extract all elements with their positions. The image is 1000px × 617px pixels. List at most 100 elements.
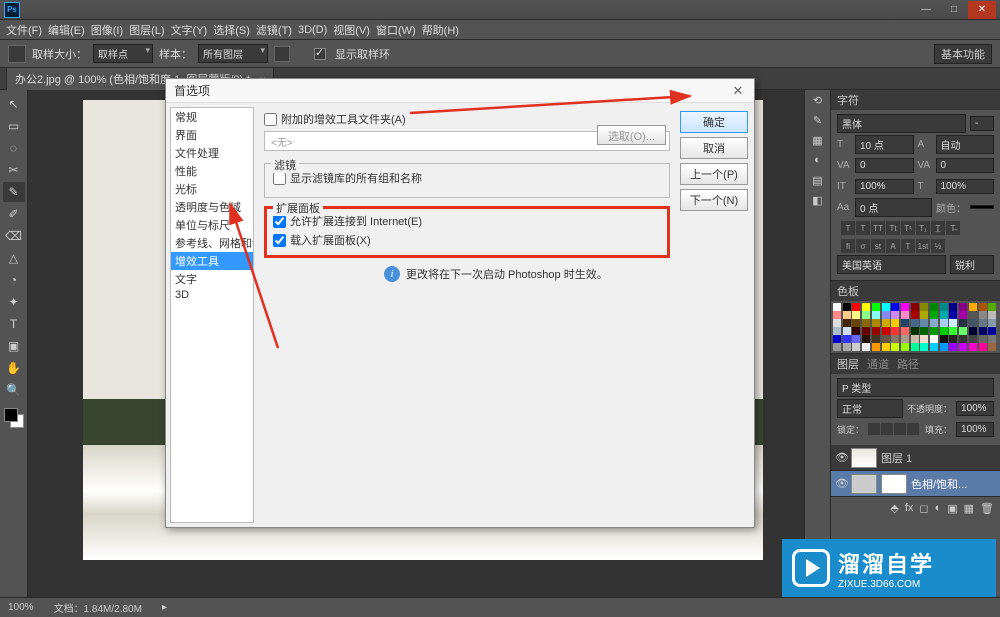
move-tool[interactable]: ↖ — [3, 94, 25, 114]
sample-dropdown[interactable]: 所有图层 — [198, 44, 268, 63]
italic-button[interactable]: T — [856, 221, 870, 235]
swatch[interactable] — [901, 319, 909, 327]
type-tool[interactable]: T — [3, 314, 25, 334]
swatch[interactable] — [969, 335, 977, 343]
swatch[interactable] — [843, 335, 851, 343]
swatch[interactable] — [979, 343, 987, 351]
layer-row[interactable]: 👁 色相/饱和... — [831, 471, 1000, 497]
mask-thumb[interactable] — [881, 474, 907, 494]
ok-button[interactable]: 确定 — [680, 111, 748, 133]
swatch[interactable] — [833, 303, 841, 311]
hand-tool[interactable]: ✋ — [3, 358, 25, 378]
swatch[interactable] — [979, 311, 987, 319]
swatch[interactable] — [949, 327, 957, 335]
swatch[interactable] — [833, 319, 841, 327]
swatch[interactable] — [959, 311, 967, 319]
swatches-tab[interactable]: 色板 — [837, 283, 859, 299]
swatch[interactable] — [920, 335, 928, 343]
swatch[interactable] — [959, 327, 967, 335]
swatch[interactable] — [852, 319, 860, 327]
swatch[interactable] — [852, 343, 860, 351]
swatch[interactable] — [959, 343, 967, 351]
blend-mode-dropdown[interactable]: 正常 — [837, 399, 903, 418]
marquee-tool[interactable]: ▭ — [3, 116, 25, 136]
lasso-tool[interactable]: ◌ — [3, 138, 25, 158]
swatch[interactable] — [979, 327, 987, 335]
swatch[interactable] — [862, 335, 870, 343]
swatch[interactable] — [882, 335, 890, 343]
character-tab[interactable]: 字符 — [837, 92, 859, 108]
ot-2[interactable]: σ — [856, 239, 870, 253]
swatch[interactable] — [852, 327, 860, 335]
prev-button[interactable]: 上一个(P) — [680, 163, 748, 185]
swatch[interactable] — [852, 311, 860, 319]
swatch[interactable] — [833, 335, 841, 343]
swatch[interactable] — [901, 311, 909, 319]
pref-transparency[interactable]: 透明度与色域 — [171, 198, 253, 216]
menu-type[interactable]: 文字(Y) — [171, 22, 208, 38]
swatch[interactable] — [833, 327, 841, 335]
swatch[interactable] — [920, 311, 928, 319]
menu-3d[interactable]: 3D(D) — [298, 24, 327, 36]
swatch[interactable] — [872, 319, 880, 327]
swatch[interactable] — [882, 319, 890, 327]
pref-3d[interactable]: 3D — [171, 288, 253, 302]
language-dropdown[interactable]: 美国英语 — [837, 255, 946, 274]
ot-1[interactable]: fi — [841, 239, 855, 253]
swatch[interactable] — [862, 327, 870, 335]
font-style-dropdown[interactable]: - — [970, 116, 994, 131]
dialog-close-icon[interactable]: ✕ — [730, 83, 746, 99]
ot-6[interactable]: 1st — [916, 239, 930, 253]
swatch[interactable] — [988, 327, 996, 335]
swatch[interactable] — [862, 311, 870, 319]
color-picker[interactable] — [4, 408, 24, 428]
swatch[interactable] — [872, 303, 880, 311]
minimize-button[interactable]: — — [912, 1, 940, 19]
swatch[interactable] — [891, 319, 899, 327]
swatch[interactable] — [969, 319, 977, 327]
swatch[interactable] — [979, 303, 987, 311]
font-size-field[interactable]: 10 点 — [855, 135, 914, 154]
layer-name[interactable]: 图层 1 — [881, 450, 912, 466]
swatch[interactable] — [891, 311, 899, 319]
pref-plugins[interactable]: 增效工具 — [171, 252, 253, 270]
swatch[interactable] — [930, 311, 938, 319]
swatch[interactable] — [833, 343, 841, 351]
leading-field[interactable]: 自动 — [936, 135, 995, 154]
sub-button[interactable]: T₁ — [916, 221, 930, 235]
swatch[interactable] — [843, 303, 851, 311]
swatch[interactable] — [862, 343, 870, 351]
layer-filter-dropdown[interactable]: P 类型 — [837, 378, 994, 397]
eyedropper-tool[interactable]: ✎ — [3, 182, 25, 202]
swatch[interactable] — [969, 303, 977, 311]
swatch[interactable] — [852, 303, 860, 311]
additional-folder-checkbox[interactable] — [264, 113, 277, 126]
pref-performance[interactable]: 性能 — [171, 162, 253, 180]
menu-view[interactable]: 视图(V) — [333, 22, 370, 38]
swatch[interactable] — [940, 343, 948, 351]
layer-thumb[interactable] — [851, 448, 877, 468]
sample-size-dropdown[interactable]: 取样点 — [93, 44, 153, 63]
swatch[interactable] — [911, 319, 919, 327]
new-layer-icon[interactable]: ▦ — [964, 502, 974, 515]
zoom-level[interactable]: 100% — [8, 602, 34, 613]
swatch[interactable] — [843, 311, 851, 319]
ot-7[interactable]: ½ — [931, 239, 945, 253]
swatch[interactable] — [872, 343, 880, 351]
properties-panel-icon[interactable]: ◧ — [805, 190, 830, 210]
adjustment-icon[interactable]: ◐ — [935, 502, 942, 514]
layer-row[interactable]: 👁 图层 1 — [831, 445, 1000, 471]
swatch[interactable] — [843, 319, 851, 327]
swatch[interactable] — [930, 319, 938, 327]
ot-4[interactable]: A — [886, 239, 900, 253]
swatch[interactable] — [882, 303, 890, 311]
swatches-grid[interactable] — [831, 301, 1000, 353]
swatch[interactable] — [988, 311, 996, 319]
strike-button[interactable]: T̶ — [946, 221, 960, 235]
history-panel-icon[interactable]: ⟲ — [805, 90, 830, 110]
next-button[interactable]: 下一个(N) — [680, 189, 748, 211]
caps-button[interactable]: TT — [871, 221, 885, 235]
menu-help[interactable]: 帮助(H) — [422, 22, 459, 38]
font-family-dropdown[interactable]: 黑体 — [837, 114, 966, 133]
swatch[interactable] — [940, 335, 948, 343]
